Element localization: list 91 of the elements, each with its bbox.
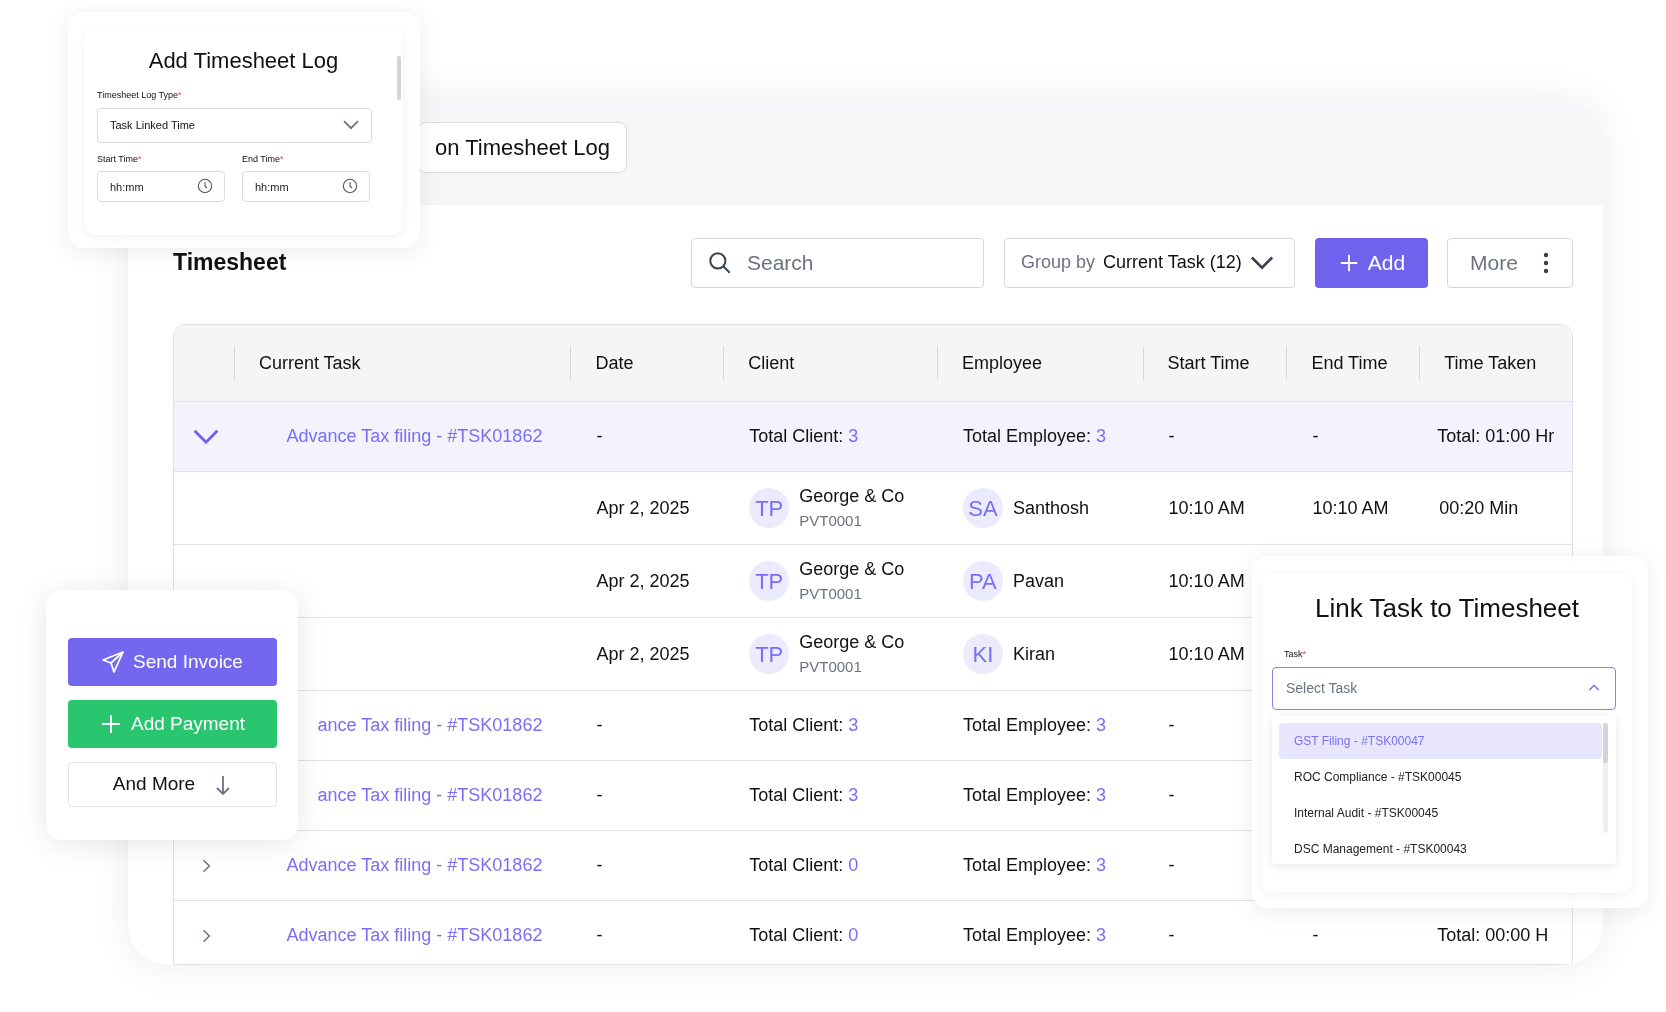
client-name: George & Co <box>799 631 905 655</box>
start-time: - <box>1168 425 1175 448</box>
time-total: Total: 00:00 H <box>1437 924 1549 947</box>
task-link[interactable]: ance Tax filing - #TSK01862 <box>317 782 543 809</box>
date-text: - <box>596 854 603 877</box>
start-time: 10:10 AM <box>1168 569 1245 593</box>
client-total: Total Client: 3 <box>749 425 859 448</box>
employee-total: Total Employee: 3 <box>962 784 1106 807</box>
date-text: - <box>596 784 603 807</box>
end-time: - <box>1312 924 1319 947</box>
start-time: - <box>1168 714 1175 737</box>
task-link[interactable]: Advance Tax filing - #TSK01862 <box>286 423 543 450</box>
start-time: 10:10 AM <box>1168 642 1245 666</box>
send-invoice-button[interactable]: Send Invoice <box>67 638 277 686</box>
column-header: End Time <box>1311 351 1388 375</box>
field-label: Timesheet Log Type* <box>97 89 183 102</box>
tab[interactable]: on Timesheet Log <box>418 122 627 173</box>
scrollbar[interactable] <box>397 56 401 100</box>
avatar: PA <box>962 561 1003 601</box>
field-label: End Time* <box>242 152 285 166</box>
chevron-down-icon <box>192 428 219 445</box>
task-link[interactable]: Advance Tax filing - #TSK01862 <box>286 852 543 879</box>
avatar: TP <box>749 561 790 601</box>
client-code: PVT0001 <box>799 511 863 532</box>
start-time: - <box>1168 854 1175 877</box>
time-field[interactable]: hh:mm <box>242 171 370 202</box>
start-time: - <box>1168 784 1175 807</box>
avatar: KI <box>962 634 1003 674</box>
more-vertical-icon <box>1541 250 1550 275</box>
search-icon <box>707 249 733 276</box>
field-label: Start Time* <box>97 152 143 166</box>
employee-total: Total Employee: 3 <box>962 924 1106 947</box>
time-field[interactable]: hh:mm <box>97 171 225 202</box>
employee-total: Total Employee: 3 <box>962 854 1106 877</box>
avatar: SA <box>962 488 1003 528</box>
date-text: - <box>596 425 603 448</box>
column-header: Date <box>595 351 634 375</box>
clock-icon <box>197 178 213 194</box>
chevron-down-icon <box>343 120 359 130</box>
client-code: PVT0001 <box>799 657 863 678</box>
employee-total: Total Employee: 3 <box>962 714 1106 737</box>
scrollbar[interactable] <box>1603 722 1608 833</box>
client-code: PVT0001 <box>799 584 863 605</box>
group-by-label: Group by <box>1021 251 1096 274</box>
date-text: - <box>596 924 603 947</box>
avatar: TP <box>749 488 790 528</box>
client-total: Total Client: 3 <box>749 714 859 737</box>
column-header: Time Taken <box>1444 351 1537 375</box>
employee-total: Total Employee: 3 <box>962 425 1106 448</box>
date-text: Apr 2, 2025 <box>596 569 690 593</box>
time-total: Total: 01:00 Hr <box>1437 425 1555 448</box>
end-time: - <box>1312 425 1319 448</box>
chevron-down-icon <box>1249 255 1274 270</box>
task-link[interactable]: Advance Tax filing - #TSK01862 <box>286 922 543 949</box>
column-header: Employee <box>961 351 1042 375</box>
task-link[interactable]: ance Tax filing - #TSK01862 <box>317 712 543 739</box>
date-text: Apr 2, 2025 <box>596 496 690 520</box>
time-taken: 00:20 Min <box>1439 496 1519 520</box>
column-header: Current Task <box>258 351 361 375</box>
client-name: George & Co <box>799 558 905 582</box>
group-by-value: Current Task (12) <box>1103 251 1242 274</box>
field-label: Task* <box>1284 648 1308 661</box>
dialog-title: Link Task to Timesheet <box>1314 592 1580 625</box>
client-total: Total Client: 3 <box>749 784 859 807</box>
log-type-select[interactable]: Task Linked Time <box>97 107 372 143</box>
more-button[interactable]: More <box>1447 237 1573 288</box>
add-button[interactable]: Add <box>1315 237 1428 288</box>
employee-name: Kiran <box>1012 642 1055 666</box>
group-by-dropdown[interactable]: Group by Current Task (12) <box>1004 237 1295 288</box>
page-title: Timesheet <box>173 248 287 278</box>
task-select[interactable]: Select Task <box>1272 666 1616 710</box>
dialog-title: Add Timesheet Log <box>147 47 340 75</box>
search-field[interactable]: Search <box>691 237 984 288</box>
date-text: Apr 2, 2025 <box>596 642 690 666</box>
start-time: - <box>1168 924 1175 947</box>
paper-plane-icon <box>101 650 126 674</box>
group-row[interactable]: Advance Tax filing - #TSK01862 - Total Client: 3 Total Employee: 3 - - Total: 01:00 Hr <box>174 402 1572 472</box>
employee-name: Pavan <box>1012 569 1064 593</box>
employee-name: Santhosh <box>1012 496 1089 520</box>
client-total: Total Client: 0 <box>749 854 859 877</box>
avatar: TP <box>749 634 790 674</box>
column-header: Client <box>748 351 795 375</box>
and-more-button[interactable]: And More <box>67 762 277 807</box>
clock-icon <box>342 178 358 194</box>
date-text: - <box>596 714 603 737</box>
client-name: George & Co <box>799 485 905 509</box>
arrow-down-icon <box>215 773 232 796</box>
start-time: 10:10 AM <box>1168 496 1245 520</box>
client-total: Total Client: 0 <box>749 924 859 947</box>
column-header: Start Time <box>1167 351 1250 375</box>
end-time: 10:10 AM <box>1312 496 1389 520</box>
